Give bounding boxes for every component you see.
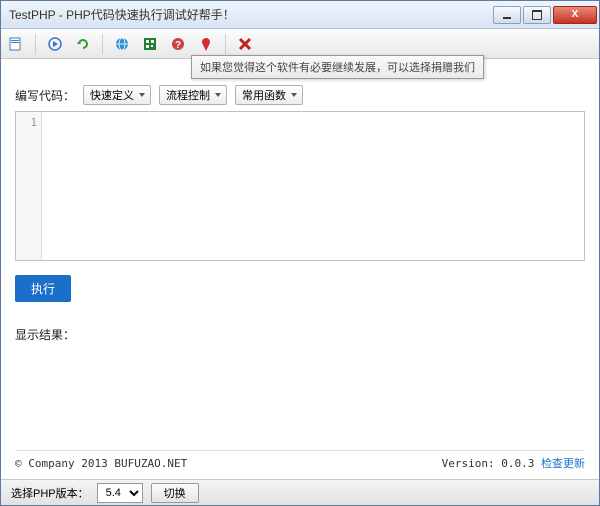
help-icon[interactable]: ?	[169, 35, 187, 53]
editor-header-row: 编写代码： 快速定义 流程控制 常用函数	[15, 85, 585, 105]
php-version-label: 选择PHP版本：	[11, 485, 89, 501]
result-label: 显示结果：	[15, 326, 585, 343]
window-title: TestPHP - PHP代码快速执行调试好帮手！	[9, 6, 491, 23]
execute-button[interactable]: 执行	[15, 275, 71, 302]
dropdown-quick-define[interactable]: 快速定义	[83, 85, 151, 105]
content-area: 编写代码： 快速定义 流程控制 常用函数 1 执行 显示结果： © Compan…	[1, 59, 599, 479]
play-icon[interactable]	[46, 35, 64, 53]
code-editor[interactable]: 1	[15, 111, 585, 261]
donate-icon[interactable]	[197, 35, 215, 53]
check-update-link[interactable]: 检查更新	[541, 458, 585, 470]
minimize-button[interactable]	[493, 6, 521, 24]
window-buttons: X	[491, 6, 597, 24]
separator	[35, 34, 36, 54]
toolbar: ? 如果您觉得这个软件有必要继续发展，可以选择捐赠我们	[1, 29, 599, 59]
dropdown-common-funcs[interactable]: 常用函数	[235, 85, 303, 105]
close-button[interactable]: X	[553, 6, 597, 24]
copyright: © Company 2013 BUFUZAO.NET	[15, 457, 187, 470]
statusbar: 选择PHP版本： 5.4 切换	[1, 479, 599, 505]
dropdown-flow-control[interactable]: 流程控制	[159, 85, 227, 105]
spacer	[15, 353, 585, 450]
write-code-label: 编写代码：	[15, 87, 75, 104]
maximize-button[interactable]	[523, 6, 551, 24]
app-window: TestPHP - PHP代码快速执行调试好帮手！ X ? 如果您觉得这个软件有…	[0, 0, 600, 506]
svg-text:?: ?	[175, 40, 181, 51]
version-area: Version: 0.0.3 检查更新	[442, 455, 585, 471]
code-area[interactable]	[42, 112, 584, 260]
switch-button[interactable]: 切换	[151, 483, 199, 503]
version-label: Version: 0.0.3	[442, 457, 535, 470]
refresh-icon[interactable]	[74, 35, 92, 53]
qr-icon[interactable]	[141, 35, 159, 53]
line-number: 1	[16, 116, 37, 129]
titlebar: TestPHP - PHP代码快速执行调试好帮手！ X	[1, 1, 599, 29]
separator	[225, 34, 226, 54]
separator	[102, 34, 103, 54]
clear-icon[interactable]	[236, 35, 254, 53]
line-gutter: 1	[16, 112, 42, 260]
php-version-select[interactable]: 5.4	[97, 483, 143, 503]
tooltip: 如果您觉得这个软件有必要继续发展，可以选择捐赠我们	[191, 55, 484, 79]
globe-icon[interactable]	[113, 35, 131, 53]
footer: © Company 2013 BUFUZAO.NET Version: 0.0.…	[15, 450, 585, 471]
new-icon[interactable]	[7, 35, 25, 53]
